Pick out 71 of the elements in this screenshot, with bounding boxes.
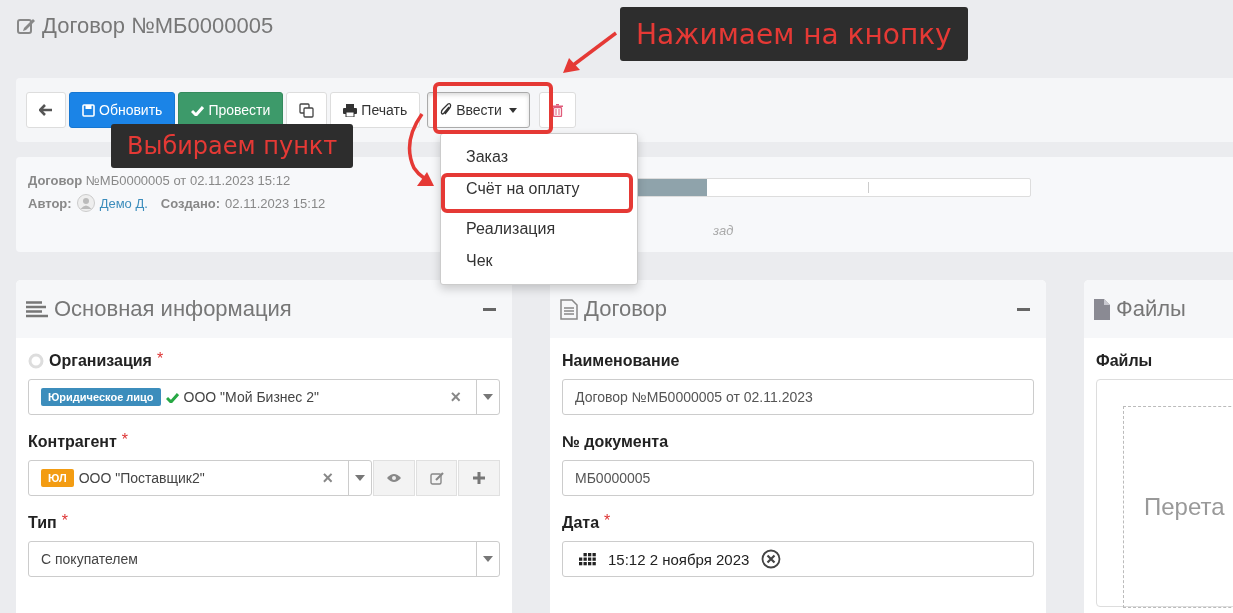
avatar-icon (76, 194, 95, 212)
check-icon (191, 104, 205, 116)
required-mark: * (61, 512, 68, 530)
enter-dropdown-button[interactable]: Ввести (427, 92, 530, 128)
menu-item[interactable]: Заказ (441, 141, 637, 173)
field-label: № документа (562, 433, 669, 451)
menu-item[interactable]: Чек (441, 245, 637, 277)
field-label: Тип (28, 514, 57, 532)
created-date: 02.11.2023 15:12 (225, 195, 326, 211)
trash-icon (551, 103, 563, 117)
text-input[interactable]: МБ0000005 (562, 460, 1034, 496)
created-label: Создано: (160, 195, 221, 211)
paperclip-icon (440, 103, 453, 117)
page-title: Договор №МБ0000005 (42, 13, 274, 39)
note-text: зад (713, 223, 735, 238)
save-icon (82, 103, 95, 117)
add-button[interactable] (458, 460, 500, 496)
field-label: Наименование (562, 352, 680, 370)
back-button[interactable] (26, 92, 66, 128)
field-label: Контрагент (28, 433, 117, 451)
annotation-arrow (563, 31, 618, 73)
card-title: Основная информация (54, 296, 293, 322)
update-button[interactable]: Обновить (69, 92, 176, 128)
printer-icon (343, 103, 358, 117)
clear-button[interactable]: × (322, 467, 333, 489)
calendar-grid-icon (579, 552, 596, 566)
eye-icon (385, 473, 402, 483)
annotation-callout: Выбираем пункт (111, 124, 354, 168)
required-mark: * (121, 431, 128, 449)
select-value: ООО "Мой Бизнес 2" (183, 389, 320, 405)
clear-button[interactable]: × (450, 386, 461, 408)
dropdown-caret-icon (355, 475, 365, 481)
card-title: Договор (584, 296, 669, 322)
file-icon (1094, 298, 1110, 320)
plus-icon (473, 472, 486, 484)
lifebuoy-icon (28, 353, 44, 369)
select-value: ООО "Поставщик2" (78, 470, 206, 486)
select-value: С покупателем (41, 551, 139, 567)
text-input[interactable]: Договор №МБ0000005 от 02.11.2023 (562, 379, 1034, 415)
field-label: Организация (49, 352, 152, 370)
type-badge: Юридическое лицо (41, 388, 161, 406)
copy-icon (299, 102, 315, 118)
field-label: Дата (562, 514, 600, 532)
edit-icon (429, 471, 444, 485)
clear-circle-icon[interactable] (761, 549, 782, 569)
edit-icon (16, 16, 36, 36)
field-label: Файлы (1096, 352, 1153, 370)
type-badge: ЮЛ (41, 469, 74, 487)
dropdown-caret-icon (483, 556, 493, 562)
view-button[interactable] (373, 460, 415, 496)
select-field[interactable]: ЮЛ ООО "Поставщик2" × (28, 460, 372, 496)
edit-button[interactable] (415, 460, 458, 496)
card-title: Файлы (1116, 296, 1187, 322)
dropdown-caret-icon (483, 394, 493, 400)
document-icon (560, 298, 578, 320)
print-button[interactable]: Печать (330, 92, 421, 128)
select-field[interactable]: С покупателем (28, 541, 500, 577)
menu-item[interactable]: Реализация (441, 213, 637, 245)
dropzone-text: Перета (1144, 493, 1225, 521)
arrow-left-icon (39, 104, 53, 116)
required-mark: * (156, 350, 164, 368)
author-label: Автор: (28, 195, 72, 211)
list-icon (26, 300, 48, 318)
date-field[interactable]: 15:12 2 ноября 2023 (562, 541, 1034, 577)
menu-item[interactable]: Счёт на оплату (441, 173, 633, 213)
author-link[interactable]: Демо Д. (99, 195, 148, 211)
date-value: 15:12 2 ноября 2023 (608, 550, 750, 568)
select-field[interactable]: Юридическое лицо ООО "Мой Бизнес 2" × (28, 379, 500, 415)
annotation-callout: Нажимаем на кнопку (620, 7, 968, 61)
check-icon (165, 391, 179, 403)
required-mark: * (604, 512, 611, 530)
